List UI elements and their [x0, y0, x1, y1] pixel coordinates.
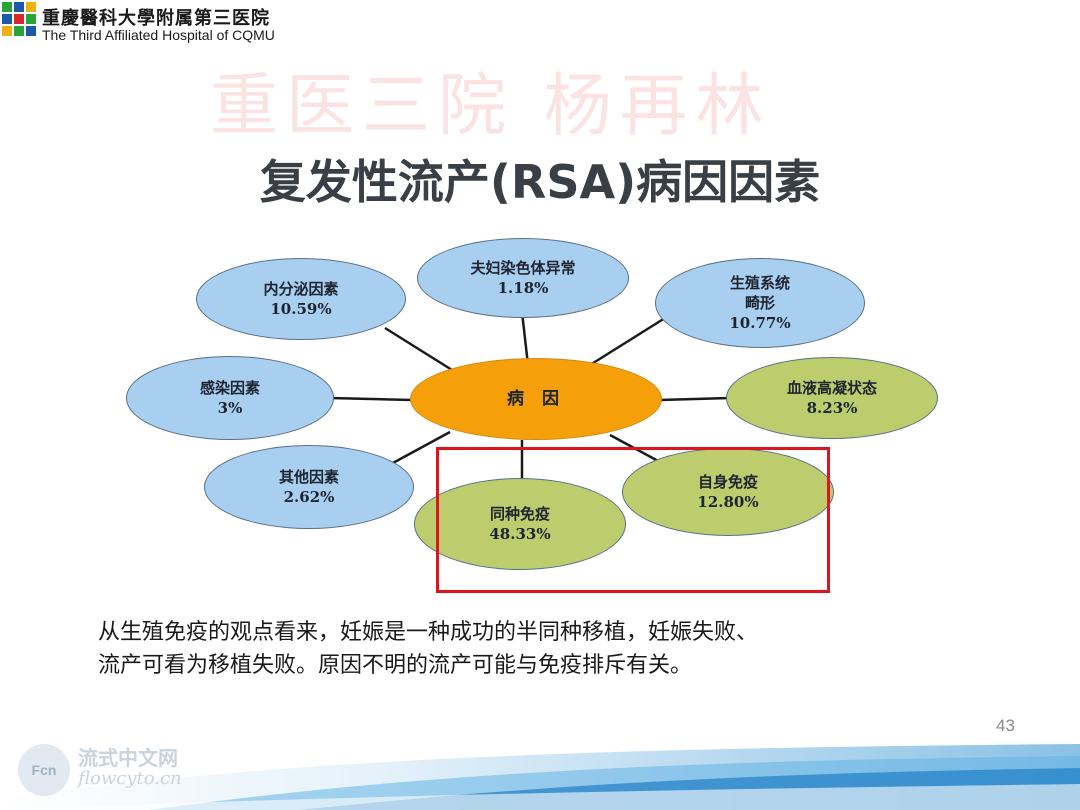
node-coagulation-label: 血液高凝状态 — [786, 378, 877, 397]
node-malformation-label2: 畸形 — [744, 293, 775, 312]
node-infection: 感染因素 3% — [126, 356, 334, 440]
node-other: 其他因素 2.62% — [204, 445, 414, 529]
node-chromosome-value: 1.18% — [497, 279, 549, 297]
node-center-label: 病 因 — [507, 388, 565, 409]
node-other-value: 2.62% — [283, 488, 335, 506]
node-infection-label: 感染因素 — [199, 378, 260, 397]
node-center-cause: 病 因 — [410, 358, 662, 440]
node-coagulation-value: 8.23% — [806, 399, 858, 417]
explanation-text: 从生殖免疫的观点看来，妊娠是一种成功的半同种移植，妊娠失败、 流产可看为移植失败… — [98, 616, 758, 682]
node-chromosome: 夫妇染色体异常 1.18% — [417, 238, 629, 318]
explanation-line-1: 从生殖免疫的观点看来，妊娠是一种成功的半同种移植，妊娠失败、 — [98, 620, 759, 645]
node-malformation-label: 生殖系统 — [729, 273, 790, 292]
connector-malformation — [589, 316, 666, 367]
connector-endocrine — [384, 326, 461, 377]
flowcyto-logo: Fcn 流式中文网 flowcyto.cn — [18, 742, 218, 802]
connector-chromosome — [520, 311, 530, 366]
immune-highlight-box — [436, 447, 830, 593]
connector-infection — [329, 396, 413, 402]
fcn-badge-icon: Fcn — [18, 744, 70, 796]
node-infection-value: 3% — [217, 399, 243, 417]
page-number: 43 — [996, 716, 1015, 735]
node-endocrine-label: 内分泌因素 — [263, 279, 339, 298]
site-name-en: flowcyto.cn — [78, 768, 182, 789]
node-coagulation: 血液高凝状态 8.23% — [726, 357, 938, 439]
node-chromosome-label: 夫妇染色体异常 — [470, 258, 576, 277]
explanation-line-2: 流产可看为移植失败。原因不明的流产可能与免疫排斥有关。 — [98, 653, 693, 678]
cause-diagram: 夫妇染色体异常 1.18% 内分泌因素 10.59% 生殖系统 畸形 10.77… — [0, 0, 1080, 810]
node-other-label: 其他因素 — [278, 467, 339, 486]
connector-coagulation — [659, 396, 731, 402]
site-name-cn: 流式中文网 — [78, 746, 178, 770]
node-endocrine: 内分泌因素 10.59% — [196, 258, 406, 340]
node-malformation-value: 10.77% — [729, 314, 791, 333]
node-endocrine-value: 10.59% — [270, 300, 332, 318]
node-malformation: 生殖系统 畸形 10.77% — [655, 258, 865, 348]
